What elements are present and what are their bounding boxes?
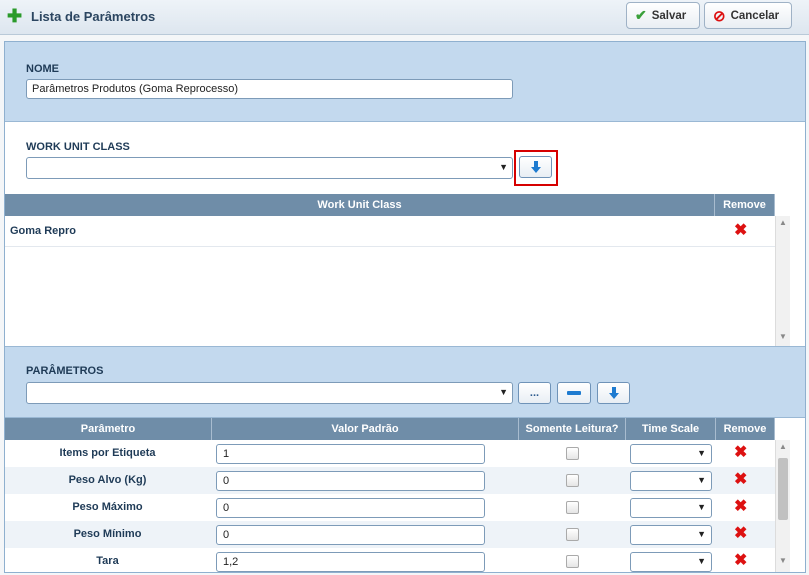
save-label: Salvar xyxy=(651,9,687,22)
work-unit-class-label: WORK UNIT CLASS xyxy=(26,141,130,153)
param-col-timescale: Time Scale xyxy=(626,418,716,440)
wuc-table-body: Goma Repro ✖ xyxy=(5,216,775,346)
readonly-checkbox[interactable] xyxy=(566,555,579,568)
plus-icon: ✚ xyxy=(7,6,23,26)
work-unit-class-select[interactable]: ▼ xyxy=(26,157,513,179)
arrow-down-icon xyxy=(608,387,619,399)
scroll-down-icon[interactable]: ▼ xyxy=(776,556,790,565)
chevron-down-icon: ▼ xyxy=(499,162,508,172)
param-col-readonly: Somente Leitura? xyxy=(519,418,626,440)
readonly-checkbox[interactable] xyxy=(566,474,579,487)
chevron-down-icon: ▼ xyxy=(697,475,706,485)
scroll-up-icon[interactable]: ▲ xyxy=(776,442,790,451)
parametros-select[interactable]: ▼ xyxy=(26,382,513,404)
param-scrollbar[interactable]: ▲ ▼ xyxy=(775,440,790,572)
param-name: Peso Máximo xyxy=(72,501,143,513)
table-row: Goma Repro ✖ xyxy=(5,216,775,247)
table-row: Peso Mínimo 0 ▼ ✖ xyxy=(5,521,775,549)
checkmark-icon: ✔ xyxy=(635,7,647,23)
window-title: Lista de Parâmetros xyxy=(31,9,156,24)
chevron-down-icon: ▼ xyxy=(697,448,706,458)
table-row: Peso Alvo (Kg) 0 ▼ ✖ xyxy=(5,467,775,495)
time-scale-select[interactable]: ▼ xyxy=(630,525,712,545)
table-row: Items por Etiqueta 1 ▼ ✖ xyxy=(5,440,775,468)
scrollbar-thumb[interactable] xyxy=(778,458,788,520)
time-scale-select[interactable]: ▼ xyxy=(630,498,712,518)
param-name: Peso Mínimo xyxy=(73,528,142,540)
scroll-up-icon[interactable]: ▲ xyxy=(776,218,790,227)
param-table-body: Items por Etiqueta 1 ▼ ✖ Peso Alvo (Kg) … xyxy=(5,440,775,572)
remove-icon[interactable]: ✖ xyxy=(734,223,747,239)
scroll-down-icon[interactable]: ▼ xyxy=(776,332,790,341)
wuc-col-name: Work Unit Class xyxy=(5,194,715,216)
wuc-table-header: Work Unit Class Remove xyxy=(5,194,775,216)
save-button[interactable]: ✔ Salvar xyxy=(626,2,700,29)
parametros-label: PARÂMETROS xyxy=(26,365,104,377)
readonly-checkbox[interactable] xyxy=(566,501,579,514)
readonly-checkbox[interactable] xyxy=(566,447,579,460)
more-button[interactable]: ... xyxy=(518,382,551,404)
chevron-down-icon: ▼ xyxy=(697,556,706,566)
arrow-down-icon xyxy=(530,161,541,173)
chevron-down-icon: ▼ xyxy=(499,387,508,397)
nome-label: NOME xyxy=(26,63,59,75)
time-scale-select[interactable]: ▼ xyxy=(630,444,712,464)
param-name: Tara xyxy=(96,555,119,567)
time-scale-select[interactable]: ▼ xyxy=(630,471,712,491)
title-bar: ✚ Lista de Parâmetros ✔ Salvar ⊘ Cancela… xyxy=(0,0,809,35)
remove-parametro-button[interactable] xyxy=(557,382,591,404)
wuc-col-remove: Remove xyxy=(715,194,775,216)
param-value-input[interactable]: 1,2 xyxy=(216,552,485,572)
form-frame: NOME Parâmetros Produtos (Goma Reprocess… xyxy=(4,41,806,573)
table-row: Peso Máximo 0 ▼ ✖ xyxy=(5,494,775,522)
param-col-remove: Remove xyxy=(716,418,775,440)
param-value-input[interactable]: 0 xyxy=(216,525,485,545)
cancel-label: Cancelar xyxy=(730,9,780,22)
add-parametro-button[interactable] xyxy=(597,382,630,404)
param-col-value: Valor Padrão xyxy=(212,418,519,440)
cancel-button[interactable]: ⊘ Cancelar xyxy=(704,2,792,29)
remove-icon[interactable]: ✖ xyxy=(734,499,747,515)
no-entry-icon: ⊘ xyxy=(713,7,726,25)
nome-input[interactable]: Parâmetros Produtos (Goma Reprocesso) xyxy=(26,79,513,99)
add-work-unit-class-button[interactable] xyxy=(519,156,552,178)
remove-icon[interactable]: ✖ xyxy=(734,472,747,488)
table-row: Tara 1,2 ▼ ✖ xyxy=(5,548,775,572)
work-unit-class-panel: WORK UNIT CLASS ▼ xyxy=(5,122,805,192)
param-name: Peso Alvo (Kg) xyxy=(68,474,147,486)
param-name: Items por Etiqueta xyxy=(59,447,156,459)
remove-icon[interactable]: ✖ xyxy=(734,553,747,569)
wuc-scrollbar[interactable]: ▲ ▼ xyxy=(775,216,790,346)
param-value-input[interactable]: 0 xyxy=(216,471,485,491)
parametros-panel: PARÂMETROS ▼ ... xyxy=(5,346,805,418)
remove-icon[interactable]: ✖ xyxy=(734,445,747,461)
param-table-header: Parâmetro Valor Padrão Somente Leitura? … xyxy=(5,418,775,440)
more-label: ... xyxy=(529,387,540,399)
param-col-name: Parâmetro xyxy=(5,418,212,440)
remove-icon[interactable]: ✖ xyxy=(734,526,747,542)
wuc-row-name: Goma Repro xyxy=(10,225,77,237)
time-scale-select[interactable]: ▼ xyxy=(630,552,712,572)
minus-icon xyxy=(567,391,581,395)
param-value-input[interactable]: 0 xyxy=(216,498,485,518)
nome-panel: NOME Parâmetros Produtos (Goma Reprocess… xyxy=(5,42,805,122)
chevron-down-icon: ▼ xyxy=(697,502,706,512)
param-value-input[interactable]: 1 xyxy=(216,444,485,464)
chevron-down-icon: ▼ xyxy=(697,529,706,539)
readonly-checkbox[interactable] xyxy=(566,528,579,541)
